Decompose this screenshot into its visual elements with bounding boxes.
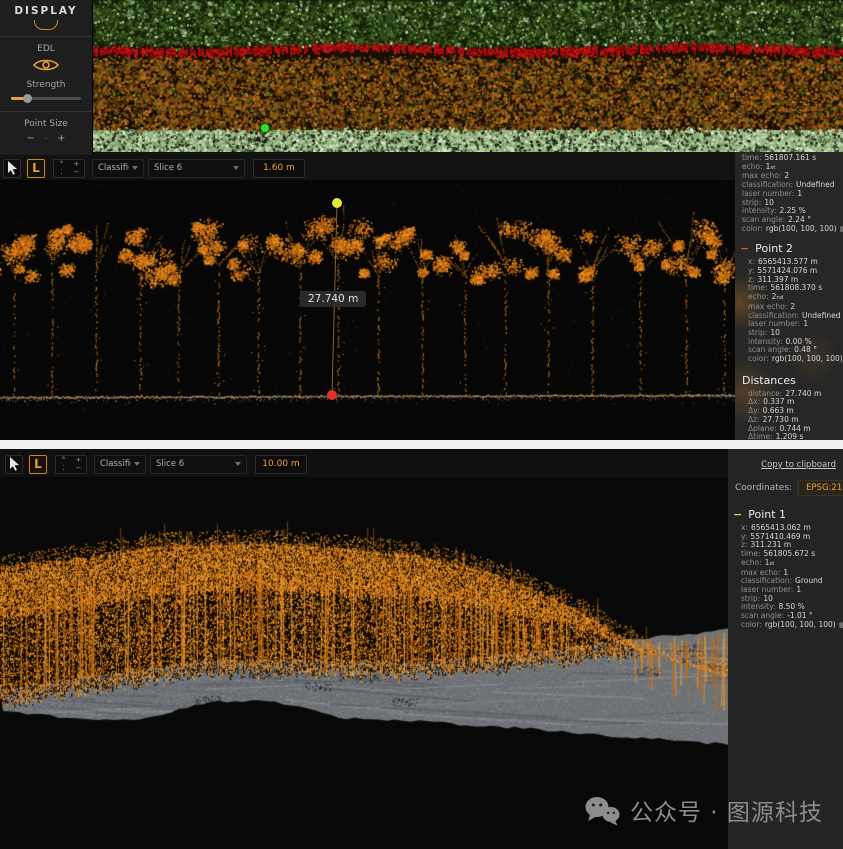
property-value: 561808.370 s xyxy=(770,284,822,293)
property-value: 1 xyxy=(796,586,801,595)
property-value: 1 xyxy=(803,320,808,329)
display-panel-title: DISPLAY xyxy=(0,5,92,17)
chevron-down-icon xyxy=(233,166,239,170)
property-value: 561807.161 s xyxy=(764,154,816,163)
coordinates-label: Coordinates: xyxy=(735,483,792,493)
property-value: 1 xyxy=(797,190,802,199)
step-indicator-top: ° xyxy=(56,456,71,465)
classification-dropdown[interactable]: Classification xyxy=(94,455,146,474)
edl-strength-slider[interactable] xyxy=(11,94,81,103)
point-properties-panel-bottom: Copy to clipboard Coordinates: EPSG:2177… xyxy=(728,449,843,849)
classification-dropdown[interactable]: Classification xyxy=(92,159,144,178)
top-ortho-view[interactable] xyxy=(92,0,843,152)
classification-dropdown-value: Classification xyxy=(100,459,131,469)
property-value: rgb(100, 100, 100) xyxy=(772,355,843,364)
property-row: color: rgb(100, 100, 100) ▦ xyxy=(735,355,843,364)
property-row: color: rgb(100, 100, 100) ▦ xyxy=(728,621,843,630)
strength-label: Strength xyxy=(0,80,92,90)
step-decrease-button[interactable]: − xyxy=(69,168,84,177)
wechat-icon xyxy=(584,795,621,826)
point2-section-header: − Point 2 xyxy=(735,242,843,255)
step-indicator-bottom: ⁚ xyxy=(54,168,69,177)
collapse-toggle[interactable]: − xyxy=(733,508,742,521)
chevron-down-icon xyxy=(134,462,140,466)
property-label: echo: xyxy=(741,559,762,568)
point1-title: Point 1 xyxy=(748,508,786,521)
profile-view-middle[interactable] xyxy=(0,180,735,440)
display-panel: DISPLAY EDL Strength Point Size − · + xyxy=(0,0,93,155)
point-size-decrease-button[interactable]: − xyxy=(26,134,34,144)
property-value: 561805.672 s xyxy=(763,550,815,559)
slice-dropdown-value: Slice 6 xyxy=(156,459,232,469)
slice-step-controls[interactable]: ° + ⁚ − xyxy=(55,455,87,474)
cursor-arrow-icon xyxy=(7,161,18,175)
edl-label: EDL xyxy=(0,44,92,54)
watermark: 公众号 · 图源科技 xyxy=(584,793,823,827)
coordinates-epsg-selector[interactable]: EPSG:2177 xyxy=(797,480,843,496)
slider-thumb[interactable] xyxy=(23,94,32,103)
distance-value: 1.209 s xyxy=(776,433,804,440)
slice-dropdown[interactable]: Slice 6 xyxy=(150,455,247,474)
step-decrease-button[interactable]: − xyxy=(71,464,86,473)
watermark-text: 公众号 · 图源科技 xyxy=(630,793,823,827)
property-label: echo: xyxy=(742,163,763,172)
divider xyxy=(0,36,92,37)
selected-point-marker[interactable] xyxy=(261,124,269,132)
chevron-down-icon xyxy=(132,166,138,170)
cursor-arrow-icon xyxy=(9,457,20,471)
slice-width-value[interactable]: 1.60 m xyxy=(253,159,305,178)
property-label: echo: xyxy=(748,293,769,302)
chevron-down-icon xyxy=(235,462,241,466)
collapse-toggle[interactable]: − xyxy=(740,242,749,255)
step-indicator-top: ° xyxy=(54,160,69,169)
slice-toolbar-bottom: L ° + ⁚ − Classification Slice 6 10.00 m xyxy=(5,453,725,475)
property-value: rgb(100, 100, 100) xyxy=(765,621,836,630)
property-label: color: xyxy=(741,621,762,630)
point-size-value-dot: · xyxy=(45,134,47,144)
cursor-tool-button[interactable] xyxy=(5,455,23,474)
point-cloud-app-window: DISPLAY EDL Strength Point Size − · + L xyxy=(0,0,843,849)
point-size-label: Point Size xyxy=(0,119,92,129)
slice-toolbar-middle: L ° + ⁚ − Classification Slice 6 1.60 m xyxy=(3,157,733,179)
point1-section-header: − Point 1 xyxy=(728,508,843,521)
cursor-tool-button[interactable] xyxy=(3,159,21,178)
edl-eye-toggle-icon[interactable] xyxy=(33,57,59,73)
property-label: color: xyxy=(742,225,763,234)
divider xyxy=(0,111,92,112)
slice-dropdown-value: Slice 6 xyxy=(154,163,230,173)
point-properties-panel-middle: time: 561807.161 s echo: 1st max echo: 2… xyxy=(735,152,843,440)
distances-section-header: Distances xyxy=(735,374,843,387)
slice-dropdown[interactable]: Slice 6 xyxy=(148,159,245,178)
property-value: rgb(100, 100, 100) xyxy=(766,225,837,234)
copy-to-clipboard-link[interactable]: Copy to clipboard xyxy=(728,449,843,470)
property-row: color: rgb(100, 100, 100) ▦ xyxy=(735,225,843,234)
step-increase-button[interactable]: + xyxy=(69,160,84,169)
section-divider xyxy=(0,440,843,449)
color-swatch: ▦ xyxy=(839,621,843,630)
slice-step-controls[interactable]: ° + ⁚ − xyxy=(53,159,85,178)
step-increase-button[interactable]: + xyxy=(71,456,86,465)
distance-label: Δtime: xyxy=(748,433,773,440)
slice-width-value[interactable]: 10.00 m xyxy=(255,455,307,474)
classification-dropdown-value: Classification xyxy=(98,163,129,173)
step-indicator-bottom: ⁚ xyxy=(56,464,71,473)
property-label: color: xyxy=(748,355,769,364)
profile-tool-button[interactable]: L xyxy=(29,455,47,474)
distance-row: Δtime: 1.209 s xyxy=(735,433,843,440)
bottom-section: L ° + ⁚ − Classification Slice 6 10.00 m xyxy=(0,449,843,849)
profile-tool-button[interactable]: L xyxy=(27,159,45,178)
point2-title: Point 2 xyxy=(755,242,793,255)
measure-distance-label: 27.740 m xyxy=(300,291,366,307)
point-size-increase-button[interactable]: + xyxy=(57,134,65,144)
partial-icon xyxy=(34,20,58,30)
